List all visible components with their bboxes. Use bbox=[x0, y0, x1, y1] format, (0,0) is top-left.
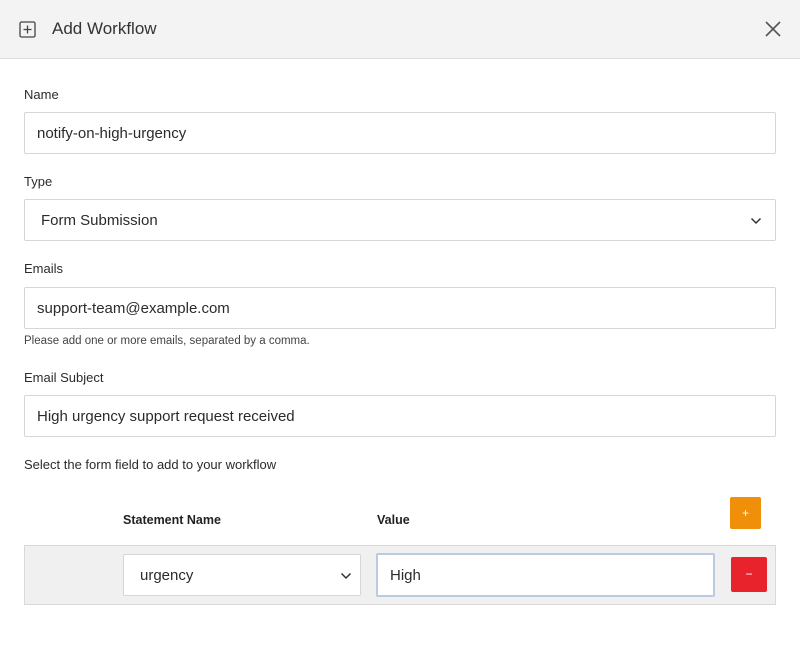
dialog-title: Add Workflow bbox=[52, 19, 157, 38]
name-input[interactable] bbox=[24, 112, 776, 154]
subject-input[interactable] bbox=[24, 395, 776, 437]
statement-select[interactable]: urgency bbox=[123, 554, 361, 596]
subject-label: Email Subject bbox=[24, 370, 104, 385]
chevron-down-icon bbox=[340, 572, 352, 580]
dialog-header: Add Workflow bbox=[0, 0, 800, 59]
statement-name-header: Statement Name bbox=[123, 513, 221, 527]
statement-selected-value: urgency bbox=[140, 567, 194, 584]
add-condition-button[interactable]: + bbox=[730, 497, 761, 529]
emails-input[interactable] bbox=[24, 287, 776, 329]
emails-help-text: Please add one or more emails, separated… bbox=[24, 335, 310, 347]
name-label: Name bbox=[24, 87, 59, 102]
emails-label: Emails bbox=[24, 261, 64, 276]
type-selected-value: Form Submission bbox=[41, 212, 158, 229]
condition-value-input[interactable] bbox=[376, 553, 715, 597]
fields-prompt: Select the form field to add to your wor… bbox=[24, 457, 277, 472]
value-header: Value bbox=[377, 513, 410, 527]
close-icon[interactable] bbox=[762, 18, 784, 40]
chevron-down-icon bbox=[750, 217, 762, 225]
type-select[interactable]: Form Submission bbox=[24, 199, 776, 241]
remove-condition-button[interactable]: − bbox=[731, 557, 767, 592]
type-label: Type bbox=[24, 174, 53, 189]
add-square-icon bbox=[19, 21, 36, 38]
